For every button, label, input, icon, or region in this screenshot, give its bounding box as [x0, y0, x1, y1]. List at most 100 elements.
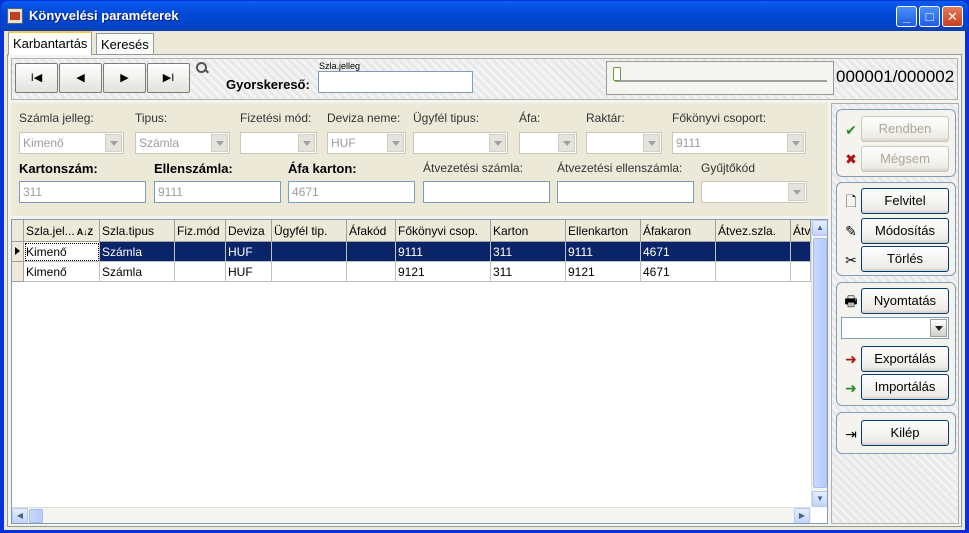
grid-cell[interactable]: 4671 [641, 262, 716, 282]
fizetesi-mod-combo[interactable] [240, 132, 317, 154]
atvezetesi-szamla-input[interactable] [423, 181, 550, 203]
next-icon: ▶ [120, 72, 129, 84]
gyujtokod-combo[interactable] [701, 181, 807, 203]
column-header-karton[interactable]: Karton [491, 220, 566, 242]
scroll-up-button[interactable]: ▲ [812, 220, 827, 236]
scroll-left-button[interactable]: ◀ [12, 508, 28, 523]
horizontal-scroll-thumb[interactable] [29, 509, 43, 523]
next-record-button[interactable]: ▶ [103, 63, 146, 93]
column-header-fokonyvi-csop[interactable]: Főkönyvi csop. [396, 220, 491, 242]
title-bar[interactable]: Könyvelési paraméterek _ □ ✕ [1, 1, 968, 31]
column-header-ellenkarton[interactable]: Ellenkarton [566, 220, 641, 242]
minimize-button[interactable]: _ [896, 6, 917, 27]
grid-corner [12, 220, 24, 242]
grid-cell[interactable] [272, 242, 347, 262]
vertical-scroll-thumb[interactable] [813, 238, 827, 488]
grid-cell[interactable] [347, 242, 396, 262]
record-actions-group: 🗋 Felvitel ✎ Módosítás ✂ Törlés [836, 182, 956, 276]
modify-record-button[interactable]: Módosítás [861, 218, 949, 244]
data-grid[interactable]: Szla.jel... A↓Z Szla.tipus Fiz.mód Deviza… [11, 219, 828, 524]
afa-combo[interactable] [519, 132, 577, 154]
grid-cell[interactable]: 9111 [566, 242, 641, 262]
grid-cell[interactable]: 311 [491, 242, 566, 262]
cancel-button[interactable]: Mégsem [861, 146, 949, 172]
import-button[interactable]: Importálás [861, 374, 949, 400]
last-record-button[interactable]: ▶I [147, 63, 190, 93]
column-header-szla-tipus[interactable]: Szla.tipus [100, 220, 175, 242]
exit-button[interactable]: Kilép [861, 420, 949, 446]
close-button[interactable]: ✕ [942, 6, 963, 27]
delete-record-button[interactable]: Törlés [861, 246, 949, 272]
column-header-afakaron[interactable]: Áfakaron [641, 220, 716, 242]
grid-cell[interactable] [791, 242, 811, 262]
grid-cell[interactable] [791, 262, 811, 282]
chevron-left-icon: ◀ [16, 511, 24, 520]
export-button[interactable]: Exportálás [861, 346, 949, 372]
grid-cell[interactable]: Kimenő [24, 262, 100, 282]
deviza-neme-value: HUF [331, 136, 356, 150]
column-header-atvez-szla[interactable]: Átvez.szla. [716, 220, 791, 242]
grid-cell[interactable]: 9111 [396, 242, 491, 262]
kartonszam-input[interactable]: 311 [19, 181, 146, 203]
grid-cell[interactable]: Számla [100, 262, 175, 282]
ellenszamla-input[interactable]: 9111 [154, 181, 281, 203]
app-icon [7, 8, 23, 24]
grid-cell[interactable] [175, 242, 226, 262]
horizontal-scrollbar[interactable]: ◀ ▶ [12, 507, 811, 523]
prev-record-button[interactable]: ◀ [59, 63, 102, 93]
atvezetesi-ellenszamla-label: Átvezetési ellenszámla: [557, 161, 683, 175]
szamla-jelleg-combo[interactable]: Kimenő [19, 132, 124, 154]
grid-cell[interactable]: HUF [226, 262, 272, 282]
column-header-atv[interactable]: Átv [791, 220, 811, 242]
navigation-bar: I◀ ◀ ▶ ▶I Szla.jelleg Gyorskereső: 00000… [11, 58, 958, 100]
ugyfel-tipus-combo[interactable] [413, 132, 508, 154]
raktar-combo[interactable] [586, 132, 662, 154]
column-header-afakod[interactable]: Áfakód [347, 220, 396, 242]
chevron-down-icon [211, 134, 228, 152]
ok-button[interactable]: Rendben [861, 116, 949, 142]
column-header-ugyfel-tip[interactable]: Ügyfél tip. [272, 220, 347, 242]
edit-document-icon: ✎ [845, 223, 857, 239]
import-arrow-icon: ➜ [845, 380, 857, 396]
afa-karton-input[interactable]: 4671 [288, 181, 415, 203]
check-icon: ✔ [845, 122, 857, 138]
fokonyvi-csoport-combo[interactable]: 9111 [672, 132, 806, 154]
slider-thumb[interactable] [613, 67, 621, 81]
atvezetesi-szamla-label: Átvezetési számla: [423, 161, 524, 175]
deviza-neme-combo[interactable]: HUF [327, 132, 406, 154]
vertical-scrollbar[interactable]: ▲ ▼ [811, 220, 827, 507]
grid-cell[interactable]: Számla [100, 242, 175, 262]
grid-cell[interactable]: 4671 [641, 242, 716, 262]
tab-kereses[interactable]: Keresés [96, 33, 154, 54]
scroll-right-button[interactable]: ▶ [794, 508, 810, 523]
first-record-button[interactable]: I◀ [15, 63, 58, 93]
tipus-combo[interactable]: Számla [135, 132, 230, 154]
column-header-szla-jelleg[interactable]: Szla.jel... A↓Z [24, 220, 100, 242]
grid-cell[interactable] [716, 242, 791, 262]
grid-cell[interactable]: 311 [491, 262, 566, 282]
column-header-deviza[interactable]: Deviza [226, 220, 272, 242]
app-window: Könyvelési paraméterek _ □ ✕ Karbantartá… [0, 0, 969, 533]
grid-cell[interactable] [175, 262, 226, 282]
grid-cell[interactable] [716, 262, 791, 282]
maximize-button[interactable]: □ [919, 6, 940, 27]
column-header-label: Szla.jel... [26, 224, 75, 238]
atvezetesi-ellenszamla-input[interactable] [557, 181, 694, 203]
chevron-down-icon [298, 134, 315, 152]
grid-cell[interactable] [272, 262, 347, 282]
record-position-slider[interactable] [606, 61, 834, 95]
print-option-combo[interactable] [841, 317, 949, 339]
tab-karbantartas[interactable]: Karbantartás [8, 31, 93, 55]
grid-cell[interactable]: 9121 [566, 262, 641, 282]
grid-cell[interactable]: Kimenő [24, 242, 100, 262]
column-header-fiz-mod[interactable]: Fiz.mód [175, 220, 226, 242]
scroll-down-button[interactable]: ▼ [812, 491, 827, 507]
quick-search-input[interactable] [318, 71, 473, 93]
filter-panel: Számla jelleg: Kimenő Tipus: Számla Fize… [11, 103, 828, 216]
grid-cell[interactable]: 9121 [396, 262, 491, 282]
new-record-button[interactable]: Felvitel [861, 188, 949, 214]
print-button[interactable]: Nyomtatás [861, 288, 949, 314]
grid-cell[interactable]: HUF [226, 242, 272, 262]
search-icon[interactable] [196, 62, 208, 74]
grid-cell[interactable] [347, 262, 396, 282]
